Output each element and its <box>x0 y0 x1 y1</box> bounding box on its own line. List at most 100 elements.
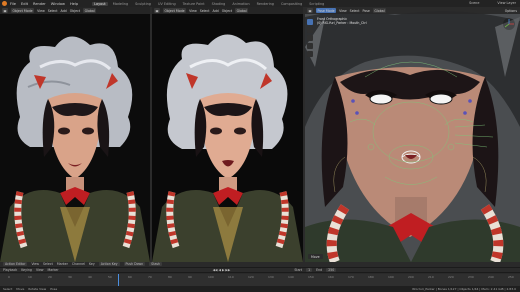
viewport-header: ▣ Object Mode View Select Add Object Glo… <box>152 7 303 14</box>
key-menu[interactable]: Key <box>89 262 95 266</box>
frame-tick-label: 200 <box>408 275 414 279</box>
stash-button[interactable]: Stash <box>149 262 163 267</box>
action-selector[interactable]: Action Key <box>98 262 120 267</box>
frame-tick-label: 100 <box>208 275 214 279</box>
marker-menu[interactable]: Marker <box>48 268 59 272</box>
status-hint: Pose <box>50 287 58 291</box>
frame-tick-label: 250 <box>508 275 514 279</box>
options-menu[interactable]: Options <box>505 9 517 13</box>
scene-selectors: Scene View Layer <box>469 1 516 5</box>
tab-texture-paint[interactable]: Texture Paint <box>181 2 207 6</box>
operator-panel[interactable]: Move <box>308 254 323 259</box>
editor-type-icon[interactable]: ▣ <box>154 8 161 13</box>
menu-render[interactable]: Render <box>33 2 46 6</box>
marker-menu[interactable]: Marker <box>57 262 68 266</box>
frame-tick-label: 110 <box>228 275 234 279</box>
viewport-pose-closeup[interactable]: ▣ Pose Mode View Select Pose Global Opti… <box>305 7 520 262</box>
tab-compositing[interactable]: Compositing <box>279 2 304 6</box>
channel-menu[interactable]: Channel <box>72 262 85 266</box>
navigation-gizmo-icon[interactable] <box>502 17 516 31</box>
object-menu[interactable]: Object <box>222 9 232 13</box>
object-menu[interactable]: Object <box>70 9 80 13</box>
timeline-header: Playback Keying View Marker ◀◀ ◀ ▶ ▶▶ St… <box>0 267 520 273</box>
tab-modeling[interactable]: Modeling <box>111 2 130 6</box>
frame-tick-label: 230 <box>468 275 474 279</box>
viewport-render-left[interactable]: ▣ Object Mode View Select Add Object Glo… <box>0 7 150 262</box>
frame-tick-label: 150 <box>308 275 314 279</box>
end-frame-field[interactable]: 250 <box>326 267 337 272</box>
rotate-tool-icon[interactable] <box>307 43 313 49</box>
mode-select[interactable]: Pose Mode <box>316 8 337 13</box>
status-bar: Select Move Rotate View Pose RIG-Yuri_Pa… <box>0 286 520 292</box>
editor-type-icon[interactable]: ▣ <box>2 8 9 13</box>
frame-tick-label: 0 <box>8 275 10 279</box>
select-menu[interactable]: Select <box>200 9 210 13</box>
tab-rendering[interactable]: Rendering <box>255 2 276 6</box>
frame-tick-label: 30 <box>68 275 72 279</box>
frame-tick-label: 160 <box>328 275 334 279</box>
character-render-1 <box>0 7 150 262</box>
view-menu[interactable]: View <box>37 9 45 13</box>
scene-statistics: RIG-Yuri_Parker | Bones 1/127 | Objects … <box>412 287 516 291</box>
scene-selector[interactable]: Scene <box>469 1 479 5</box>
select-menu[interactable]: Select <box>48 9 58 13</box>
menu-help[interactable]: Help <box>70 2 78 6</box>
play-controls-icon[interactable]: ◀◀ ◀ ▶ ▶▶ <box>213 268 231 272</box>
menu-window[interactable]: Window <box>51 2 65 6</box>
status-hint: Move <box>16 287 25 291</box>
playback-menu[interactable]: Playback <box>3 268 17 272</box>
mode-select[interactable]: Object Mode <box>163 8 187 13</box>
keying-menu[interactable]: Keying <box>21 268 32 272</box>
action-editor: Action Editor View Select Marker Channel… <box>0 262 520 292</box>
select-menu[interactable]: Select <box>43 262 53 266</box>
frame-tick-label: 140 <box>288 275 294 279</box>
mode-select[interactable]: Object Mode <box>11 8 35 13</box>
menu-edit[interactable]: Edit <box>21 2 28 6</box>
select-menu[interactable]: Select <box>350 9 360 13</box>
pose-menu[interactable]: Pose <box>363 9 370 13</box>
tab-animation[interactable]: Animation <box>230 2 251 6</box>
move-tool-icon[interactable] <box>307 35 313 41</box>
playhead[interactable] <box>118 274 119 286</box>
view-menu[interactable]: View <box>36 268 44 272</box>
viewport-overlay-info: Front Orthographic (0) RIG-Yuri_Parker :… <box>317 17 367 26</box>
frame-tick-label: 130 <box>268 275 274 279</box>
operator-name: Move <box>311 254 320 259</box>
timeline-track[interactable]: 0 10 20 30 40 50 60 70 80 90 100 110 120 130 140 150 160… <box>0 274 520 286</box>
tab-scripting[interactable]: Scripting <box>307 2 326 6</box>
transform-orientation[interactable]: Global <box>372 8 387 13</box>
editor-type[interactable]: Action Editor <box>3 262 28 267</box>
frame-tick-label: 40 <box>88 275 92 279</box>
frame-tick-label: 70 <box>148 275 152 279</box>
status-hint: Rotate View <box>28 287 47 291</box>
select-tool-icon[interactable] <box>307 19 313 25</box>
editor-type-icon[interactable]: ▣ <box>307 8 314 13</box>
start-frame-field[interactable]: 1 <box>306 267 313 272</box>
frame-tick-label: 120 <box>248 275 254 279</box>
push-down-button[interactable]: Push Down <box>123 262 146 267</box>
add-menu[interactable]: Add <box>213 9 219 13</box>
transform-orientation[interactable]: Global <box>83 8 97 13</box>
area-divider[interactable] <box>303 7 305 262</box>
view-menu[interactable]: View <box>339 9 347 13</box>
tab-sculpting[interactable]: Sculpting <box>133 2 153 6</box>
view-layer-selector[interactable]: View Layer <box>497 1 516 5</box>
tab-shading[interactable]: Shading <box>210 2 228 6</box>
cursor-tool-icon[interactable] <box>307 27 313 33</box>
frame-tick-label: 80 <box>168 275 172 279</box>
active-bone: (0) RIG-Yuri_Parker : Mouth_Ctrl <box>317 21 367 26</box>
add-menu[interactable]: Add <box>61 9 67 13</box>
menu-file[interactable]: File <box>10 2 16 6</box>
frame-tick-label: 20 <box>48 275 52 279</box>
scale-tool-icon[interactable] <box>307 51 313 57</box>
frame-tick-label: 210 <box>428 275 434 279</box>
viewport-render-middle[interactable]: ▣ Object Mode View Select Add Object Glo… <box>152 7 303 262</box>
view-menu[interactable]: View <box>189 9 197 13</box>
status-hint: Select <box>3 287 13 291</box>
tab-uv-editing[interactable]: UV Editing <box>156 2 178 6</box>
transform-orientation[interactable]: Global <box>235 8 249 13</box>
viewport-header: ▣ Pose Mode View Select Pose Global Opti… <box>305 7 520 14</box>
view-menu[interactable]: View <box>31 262 39 266</box>
area-divider[interactable] <box>150 7 152 262</box>
tab-layout[interactable]: Layout <box>92 1 108 6</box>
